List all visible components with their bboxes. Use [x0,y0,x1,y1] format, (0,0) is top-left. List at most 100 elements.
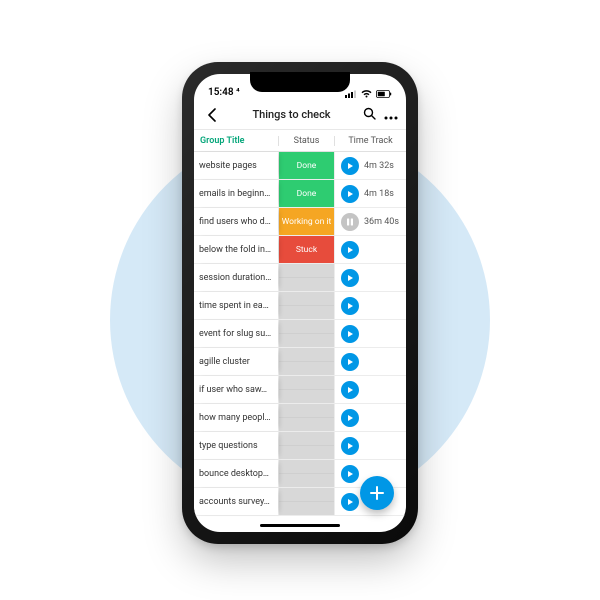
nav-bar: Things to check [194,100,406,130]
play-icon [346,190,354,198]
time-cell [334,404,406,431]
task-title[interactable]: how many peopl… [194,404,278,431]
play-icon [346,414,354,422]
status-cell[interactable] [278,488,334,515]
status-cell[interactable] [278,264,334,291]
play-button[interactable] [341,353,359,371]
home-indicator[interactable] [260,524,340,527]
task-title[interactable]: session duration… [194,264,278,291]
time-cell [334,236,406,263]
play-icon [346,162,354,170]
status-cell[interactable] [278,376,334,403]
time-cell [334,320,406,347]
header-group-title[interactable]: Group Title [194,136,278,146]
play-button[interactable] [341,325,359,343]
status-cell[interactable] [278,348,334,375]
play-button[interactable] [341,297,359,315]
add-button[interactable] [360,476,394,510]
battery-icon [376,90,392,98]
task-title[interactable]: website pages [194,152,278,179]
time-value: 4m 32s [364,161,394,171]
table-row[interactable]: type questions [194,432,406,460]
status-cell[interactable]: Done [278,180,334,207]
task-title[interactable]: accounts survey… [194,488,278,515]
play-button[interactable] [341,185,359,203]
play-icon [346,330,354,338]
phone-screen: 15:48 ⁴ Things to check Group [194,74,406,532]
table-row[interactable]: find users who d…Working on it 36m 40s [194,208,406,236]
task-title[interactable]: time spent in ea… [194,292,278,319]
task-title[interactable]: emails in beginn… [194,180,278,207]
play-icon [346,274,354,282]
task-list[interactable]: website pagesDone 4m 32s emails in beginn…… [194,152,406,516]
status-cell[interactable]: Stuck [278,236,334,263]
play-icon [346,246,354,254]
phone-frame: 15:48 ⁴ Things to check Group [184,64,416,542]
time-value: 4m 18s [364,189,394,199]
play-button[interactable] [341,381,359,399]
status-cell[interactable] [278,292,334,319]
status-cell[interactable] [278,432,334,459]
status-cell[interactable] [278,460,334,487]
task-title[interactable]: type questions [194,432,278,459]
search-icon [363,107,376,120]
more-icon [384,116,398,120]
play-icon [346,358,354,366]
status-cell[interactable]: Working on it [278,208,334,235]
time-cell [334,292,406,319]
table-row[interactable]: event for slug su… [194,320,406,348]
play-button[interactable] [341,493,359,511]
table-row[interactable]: time spent in ea… [194,292,406,320]
task-title[interactable]: bounce desktop… [194,460,278,487]
header-status[interactable]: Status [278,136,334,146]
play-button[interactable] [341,241,359,259]
task-title[interactable]: if user who saw… [194,376,278,403]
status-time: 15:48 ⁴ [208,87,240,98]
play-button[interactable] [341,437,359,455]
pause-icon [346,218,354,226]
time-cell: 4m 18s [334,180,406,207]
status-cell[interactable]: Done [278,152,334,179]
table-row[interactable]: agille cluster [194,348,406,376]
column-headers: Group Title Status Time Track [194,130,406,152]
play-button[interactable] [341,465,359,483]
time-value: 36m 40s [364,217,399,227]
status-cell[interactable] [278,404,334,431]
time-cell [334,264,406,291]
time-cell: 36m 40s [334,208,406,235]
time-cell [334,348,406,375]
table-row[interactable]: website pagesDone 4m 32s [194,152,406,180]
time-cell: 4m 32s [334,152,406,179]
play-button[interactable] [341,157,359,175]
table-row[interactable]: session duration… [194,264,406,292]
table-row[interactable]: below the fold in…Stuck [194,236,406,264]
more-button[interactable] [384,105,398,124]
play-button[interactable] [341,409,359,427]
plus-icon [369,485,385,501]
status-cell[interactable] [278,320,334,347]
table-row[interactable]: emails in beginn…Done 4m 18s [194,180,406,208]
play-icon [346,498,354,506]
time-cell [334,376,406,403]
chevron-left-icon [207,108,216,122]
play-icon [346,302,354,310]
play-icon [346,442,354,450]
status-indicators [345,90,392,98]
table-row[interactable]: if user who saw… [194,376,406,404]
signal-icon [345,90,357,98]
task-title[interactable]: below the fold in… [194,236,278,263]
task-title[interactable]: find users who d… [194,208,278,235]
back-button[interactable] [202,108,220,122]
task-title[interactable]: agille cluster [194,348,278,375]
wifi-icon [361,90,372,98]
page-title: Things to check [226,108,357,121]
play-icon [346,386,354,394]
phone-notch [250,72,350,92]
header-time-tracking[interactable]: Time Track [334,136,406,146]
table-row[interactable]: how many peopl… [194,404,406,432]
pause-button[interactable] [341,213,359,231]
search-button[interactable] [363,105,376,124]
task-title[interactable]: event for slug su… [194,320,278,347]
play-button[interactable] [341,269,359,287]
time-cell [334,432,406,459]
